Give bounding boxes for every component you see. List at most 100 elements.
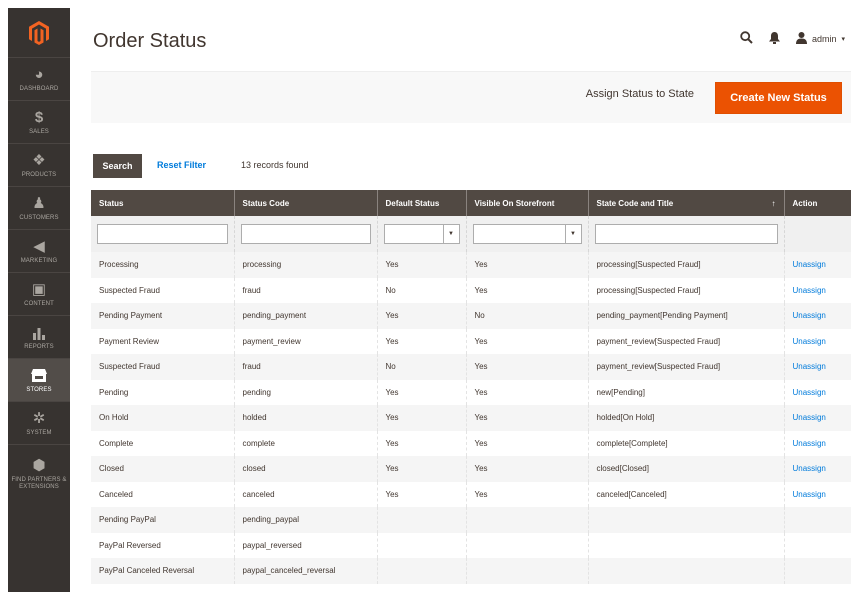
cell-default: Yes xyxy=(377,456,467,482)
cell-state: canceled[Canceled] xyxy=(588,481,785,507)
admin-user-menu[interactable]: admin ▾ xyxy=(795,32,845,46)
table-row[interactable]: PayPal Canceled Reversal paypal_canceled_… xyxy=(91,558,851,584)
table-row[interactable]: Processing processing Yes Yes processing[Sus… xyxy=(91,252,851,278)
cell-status: Pending PayPal xyxy=(91,507,235,533)
cell-visible: Yes xyxy=(466,379,589,405)
nav-find-partners[interactable]: ⬢ FIND PARTNERS & EXTENSIONS xyxy=(8,445,70,503)
cell-code: closed xyxy=(234,456,378,482)
unassign-link[interactable]: Unassign xyxy=(784,328,851,354)
page-title: Order Status xyxy=(93,30,207,52)
cell-status: Suspected Fraud xyxy=(91,354,235,380)
cell-default: Yes xyxy=(377,328,467,354)
unassign-link[interactable]: Unassign xyxy=(784,379,851,405)
notifications-bell-icon[interactable] xyxy=(768,31,780,47)
cell-state: closed[Closed] xyxy=(588,456,785,482)
cell-status: On Hold xyxy=(91,405,235,431)
search-button[interactable]: Search xyxy=(93,154,142,178)
visible-on-storefront-filter-select[interactable]: ▼ xyxy=(472,224,582,244)
nav-products[interactable]: ❖ PRODUCTS xyxy=(8,144,70,187)
cell-default: No xyxy=(377,354,467,380)
table-row[interactable]: Canceled canceled Yes Yes canceled[Canceled]… xyxy=(91,481,851,507)
dollar-icon: $ xyxy=(34,108,44,126)
cell-code: pending_paypal xyxy=(234,507,378,533)
table-row[interactable]: On Hold holded Yes Yes holded[On Hold] Unassi… xyxy=(91,405,851,431)
cell-visible: Yes xyxy=(466,405,589,431)
cell-visible: Yes xyxy=(466,481,589,507)
unassign-link[interactable]: Unassign xyxy=(784,405,851,431)
unassign-link[interactable]: Unassign xyxy=(784,277,851,303)
unassign-link[interactable]: Unassign xyxy=(784,456,851,482)
column-header-status[interactable]: Status xyxy=(91,190,235,216)
default-status-filter-select[interactable]: ▼ xyxy=(383,224,460,244)
cell-visible: Yes xyxy=(466,328,589,354)
unassign-link[interactable]: Unassign xyxy=(784,303,851,329)
unassign-link[interactable]: Unassign xyxy=(784,252,851,278)
megaphone-icon: ◀ xyxy=(33,237,45,255)
nav-label: DASHBOARD xyxy=(19,85,59,92)
nav-label: STORES xyxy=(26,386,52,393)
nav-stores[interactable]: STORES xyxy=(8,359,70,402)
column-header-visible-on-storefront[interactable]: Visible On Storefront xyxy=(466,190,589,216)
table-row[interactable]: Closed closed Yes Yes closed[Closed] Unassign xyxy=(91,456,851,482)
cell-state: payment_review[Suspected Fraud] xyxy=(588,354,785,380)
admin-sidebar: ◕ DASHBOARD $ SALES ❖ PRODUCTS ♟ CUSTOME… xyxy=(8,8,70,592)
table-row[interactable]: Pending Payment pending_payment Yes No pendi… xyxy=(91,303,851,329)
gear-icon: ✲ xyxy=(32,409,46,427)
unassign-link xyxy=(784,532,851,558)
table-row[interactable]: Payment Review payment_review Yes Yes paymen… xyxy=(91,328,851,354)
cell-state xyxy=(588,507,785,533)
unassign-link xyxy=(784,558,851,584)
cell-status: Closed xyxy=(91,456,235,482)
grid-header-row: Status Status Code Default Status Visibl… xyxy=(91,190,851,216)
cell-visible xyxy=(466,558,589,584)
unassign-link[interactable]: Unassign xyxy=(784,481,851,507)
column-header-default-status[interactable]: Default Status xyxy=(377,190,467,216)
status-code-filter-input[interactable] xyxy=(240,224,371,244)
cell-default: Yes xyxy=(377,430,467,456)
reset-filter-link[interactable]: Reset Filter xyxy=(157,160,206,170)
table-row[interactable]: PayPal Reversed paypal_reversed xyxy=(91,532,851,558)
table-row[interactable]: Complete complete Yes Yes complete[Complete]… xyxy=(91,430,851,456)
unassign-link[interactable]: Unassign xyxy=(784,430,851,456)
nav-customers[interactable]: ♟ CUSTOMERS xyxy=(8,187,70,230)
status-filter-input[interactable] xyxy=(97,224,228,244)
column-label: State Code and Title xyxy=(596,198,674,208)
cell-status: Processing xyxy=(91,252,235,278)
column-label: Default Status xyxy=(385,198,440,208)
layout-icon: ▣ xyxy=(31,280,47,298)
cell-default: No xyxy=(377,277,467,303)
magento-logo[interactable] xyxy=(8,8,70,58)
cell-status: PayPal Reversed xyxy=(91,532,235,558)
nav-dashboard[interactable]: ◕ DASHBOARD xyxy=(8,58,70,101)
records-count: 13 records found xyxy=(241,160,309,170)
table-row[interactable]: Suspected Fraud fraud No Yes processing[Susp… xyxy=(91,277,851,303)
order-status-grid: Status Status Code Default Status Visibl… xyxy=(91,190,851,584)
table-row[interactable]: Pending pending Yes Yes new[Pending] Unassign xyxy=(91,379,851,405)
nav-label: SALES xyxy=(29,128,49,135)
column-header-status-code[interactable]: Status Code xyxy=(234,190,378,216)
cell-visible: Yes xyxy=(466,456,589,482)
cell-code: pending_payment xyxy=(234,303,378,329)
bar-chart-icon xyxy=(32,324,46,342)
nav-marketing[interactable]: ◀ MARKETING xyxy=(8,230,70,273)
nav-system[interactable]: ✲ SYSTEM xyxy=(8,402,70,445)
cell-state: holded[On Hold] xyxy=(588,405,785,431)
filter-cell xyxy=(91,216,235,252)
chevron-down-icon: ▾ xyxy=(841,36,845,43)
cell-visible: Yes xyxy=(466,252,589,278)
assign-status-button[interactable]: Assign Status to State xyxy=(586,88,694,100)
state-code-filter-input[interactable] xyxy=(594,224,778,244)
cell-code: canceled xyxy=(234,481,378,507)
create-new-status-button[interactable]: Create New Status xyxy=(715,82,842,114)
table-row[interactable]: Suspected Fraud fraud No Yes payment_review[… xyxy=(91,354,851,380)
cell-code: paypal_reversed xyxy=(234,532,378,558)
nav-sales[interactable]: $ SALES xyxy=(8,101,70,144)
column-header-state-code-and-title[interactable]: State Code and Title ↑ xyxy=(588,190,785,216)
unassign-link[interactable]: Unassign xyxy=(784,354,851,380)
table-row[interactable]: Pending PayPal pending_paypal xyxy=(91,507,851,533)
cell-status: PayPal Canceled Reversal xyxy=(91,558,235,584)
column-label: Status xyxy=(99,198,124,208)
search-icon[interactable] xyxy=(740,31,753,47)
nav-content[interactable]: ▣ CONTENT xyxy=(8,273,70,316)
nav-reports[interactable]: REPORTS xyxy=(8,316,70,359)
